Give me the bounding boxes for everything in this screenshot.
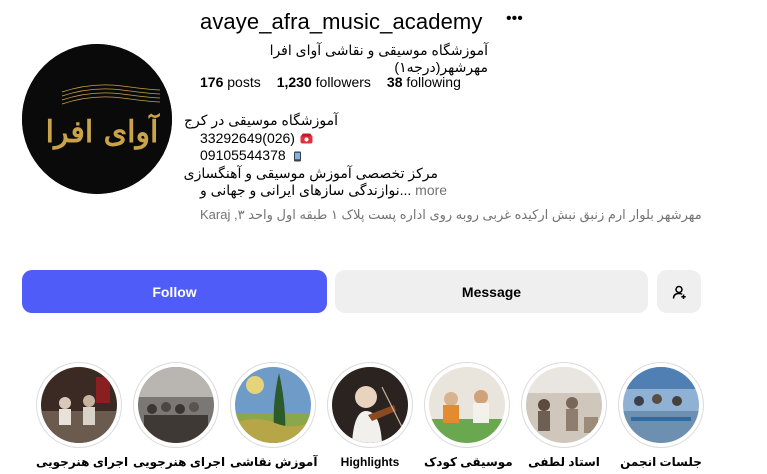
profile-address[interactable]: مهرشهر بلوار ارم زنبق نبش ارکیده غربی رو… bbox=[200, 206, 702, 223]
suggest-accounts-button[interactable] bbox=[657, 270, 701, 313]
highlight-ring bbox=[424, 362, 510, 448]
highlight-item[interactable]: موسیقی کودک bbox=[424, 362, 513, 469]
profile-avatar[interactable]: آوای افرا bbox=[22, 44, 172, 194]
mobile-phone-icon bbox=[293, 151, 301, 162]
posts-label: posts bbox=[227, 74, 261, 90]
highlight-label: اجرای هنرجویی bbox=[133, 455, 226, 469]
highlight-item[interactable]: اجرای هنرجویی bbox=[36, 362, 129, 469]
message-button[interactable]: Message bbox=[335, 270, 648, 313]
highlight-cover-image bbox=[623, 367, 699, 443]
highlight-item[interactable]: استاد لطفی bbox=[521, 362, 607, 469]
highlight-ring bbox=[327, 362, 413, 448]
highlight-cover-image bbox=[332, 367, 408, 443]
highlight-cover-image bbox=[526, 367, 602, 443]
highlight-ring bbox=[133, 362, 219, 448]
highlight-label: موسیقی کودک bbox=[424, 455, 513, 469]
academy-logo: آوای افرا bbox=[22, 44, 172, 194]
highlight-ring bbox=[230, 362, 316, 448]
bio-more-link[interactable]: more bbox=[415, 182, 447, 198]
highlight-cover-image bbox=[41, 367, 117, 443]
highlight-cover-image bbox=[235, 367, 311, 443]
posts-count: 176 bbox=[200, 74, 224, 90]
highlight-label: استاد لطفی bbox=[528, 455, 600, 469]
highlight-item[interactable]: جلسات انجمن bbox=[618, 362, 704, 469]
highlight-ring bbox=[618, 362, 704, 448]
followers-stat[interactable]: 1,230 followers bbox=[277, 74, 371, 90]
highlight-label: اجرای هنرجویی bbox=[36, 455, 129, 469]
highlight-ring bbox=[521, 362, 607, 448]
follow-button[interactable]: Follow bbox=[22, 270, 327, 313]
profile-full-name: آموزشگاه موسیقی و نقاشی آوای افرا مهرشهر… bbox=[269, 42, 488, 75]
profile-username: avaye_afra_music_academy bbox=[200, 9, 483, 34]
highlight-label: Highlights bbox=[340, 455, 400, 469]
bio-line-5-text: نوازندگی سازهای ایرانی و جهانی و... bbox=[200, 182, 412, 198]
bio-line-5: نوازندگی سازهای ایرانی و جهانی و... more bbox=[200, 182, 447, 200]
following-count: 38 bbox=[386, 74, 403, 90]
following-label: following bbox=[406, 74, 461, 90]
highlight-label: جلسات انجمن bbox=[620, 455, 702, 469]
more-options-icon[interactable]: ••• bbox=[506, 10, 523, 28]
bio-line-1: آموزشگاه موسیقی در کرج bbox=[184, 112, 338, 128]
bio-line-3: 09105544378 bbox=[200, 147, 438, 165]
svg-text:آوای افرا: آوای افرا bbox=[46, 112, 160, 150]
followers-count: 1,230 bbox=[276, 74, 312, 90]
bio-mobile: 09105544378 bbox=[200, 147, 286, 163]
highlight-item[interactable]: اجرای هنرجویی bbox=[133, 362, 226, 469]
posts-stat[interactable]: 176 posts bbox=[200, 74, 261, 90]
highlight-cover-image bbox=[429, 367, 505, 443]
telephone-icon bbox=[300, 133, 313, 144]
add-person-icon bbox=[672, 285, 686, 299]
highlight-ring bbox=[36, 362, 122, 448]
bio-line-4: مرکز تخصصی آموزش موسیقی و آهنگسازی bbox=[183, 164, 438, 181]
highlight-item[interactable]: آموزش نقاشی bbox=[230, 362, 318, 469]
highlight-label: آموزش نقاشی bbox=[230, 455, 318, 469]
followers-label: followers bbox=[315, 74, 371, 90]
bio-landline: 33292649(026) bbox=[200, 129, 295, 146]
bio-line-2: 33292649(026) bbox=[200, 130, 438, 148]
highlight-cover-image bbox=[138, 367, 214, 443]
profile-stats: 176 posts 1,230 followers 38 following bbox=[200, 74, 461, 90]
highlight-item[interactable]: Highlights bbox=[327, 362, 413, 469]
following-stat[interactable]: 38 following bbox=[387, 74, 461, 90]
profile-bio: آموزشگاه موسیقی در کرج 33292649(026) 091… bbox=[183, 112, 447, 200]
